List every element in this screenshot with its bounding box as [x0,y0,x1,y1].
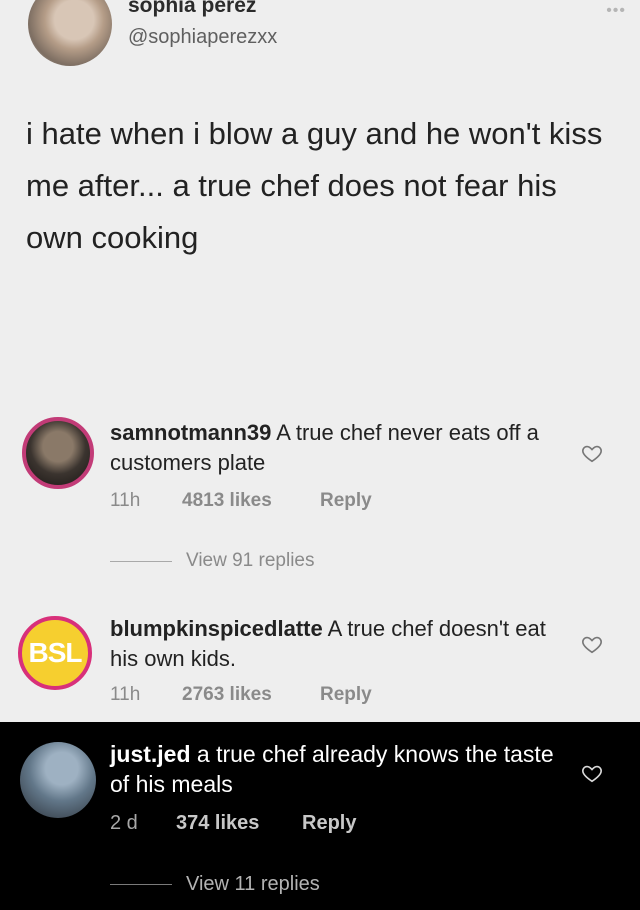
view-replies-button[interactable]: View 91 replies [110,550,315,572]
heart-icon[interactable] [581,633,603,655]
screenshot-collage: sophia perez @sophiaperezxx ••• i hate w… [0,0,640,910]
comment-avatar[interactable] [20,742,96,818]
heart-icon[interactable] [581,762,603,784]
comment-meta: 11h 2763 likes Reply [110,684,372,706]
tweet-and-comments-panel: sophia perez @sophiaperezxx ••• i hate w… [0,0,640,722]
replies-divider [110,884,172,885]
comment-meta: 2 d 374 likes Reply [110,812,356,835]
comment-username[interactable]: samnotmann39 [110,420,271,445]
more-icon[interactable]: ••• [606,2,626,20]
comment-username[interactable]: just.jed [110,741,191,767]
comment-likes[interactable]: 4813 likes [182,490,320,512]
reply-button[interactable]: Reply [320,684,372,706]
tweet-avatar[interactable] [28,0,112,66]
view-replies-button[interactable]: View 11 replies [110,873,320,896]
comment-likes[interactable]: 2763 likes [182,684,320,706]
comment-time: 2 d [110,812,138,834]
comment-text: just.jed a true chef already knows the t… [110,739,570,799]
comment-avatar[interactable]: BSL [18,616,92,690]
avatar-logo-text: BSL [28,637,83,668]
tweet-handle[interactable]: @sophiaperezxx [128,26,277,49]
reply-button[interactable]: Reply [320,490,372,512]
comment-text: blumpkinspicedlatte A true chef doesn't … [110,614,570,674]
heart-icon[interactable] [581,442,603,464]
comment-avatar[interactable] [22,417,94,489]
tweet-text: i hate when i blow a guy and he won't ki… [26,116,603,255]
view-replies-label: View 91 replies [186,550,315,571]
comment-meta: 11h 4813 likes Reply [110,490,372,512]
reply-button[interactable]: Reply [302,812,356,835]
tweet-display-name[interactable]: sophia perez [128,0,256,18]
comment-likes[interactable]: 374 likes [176,812,302,835]
comment-text: samnotmann39 A true chef never eats off … [110,418,570,478]
view-replies-label: View 11 replies [186,873,320,895]
comment-username[interactable]: blumpkinspicedlatte [110,616,323,641]
comment-time: 11h [110,490,141,511]
replies-divider [110,560,172,562]
comment-time: 11h [110,684,141,705]
